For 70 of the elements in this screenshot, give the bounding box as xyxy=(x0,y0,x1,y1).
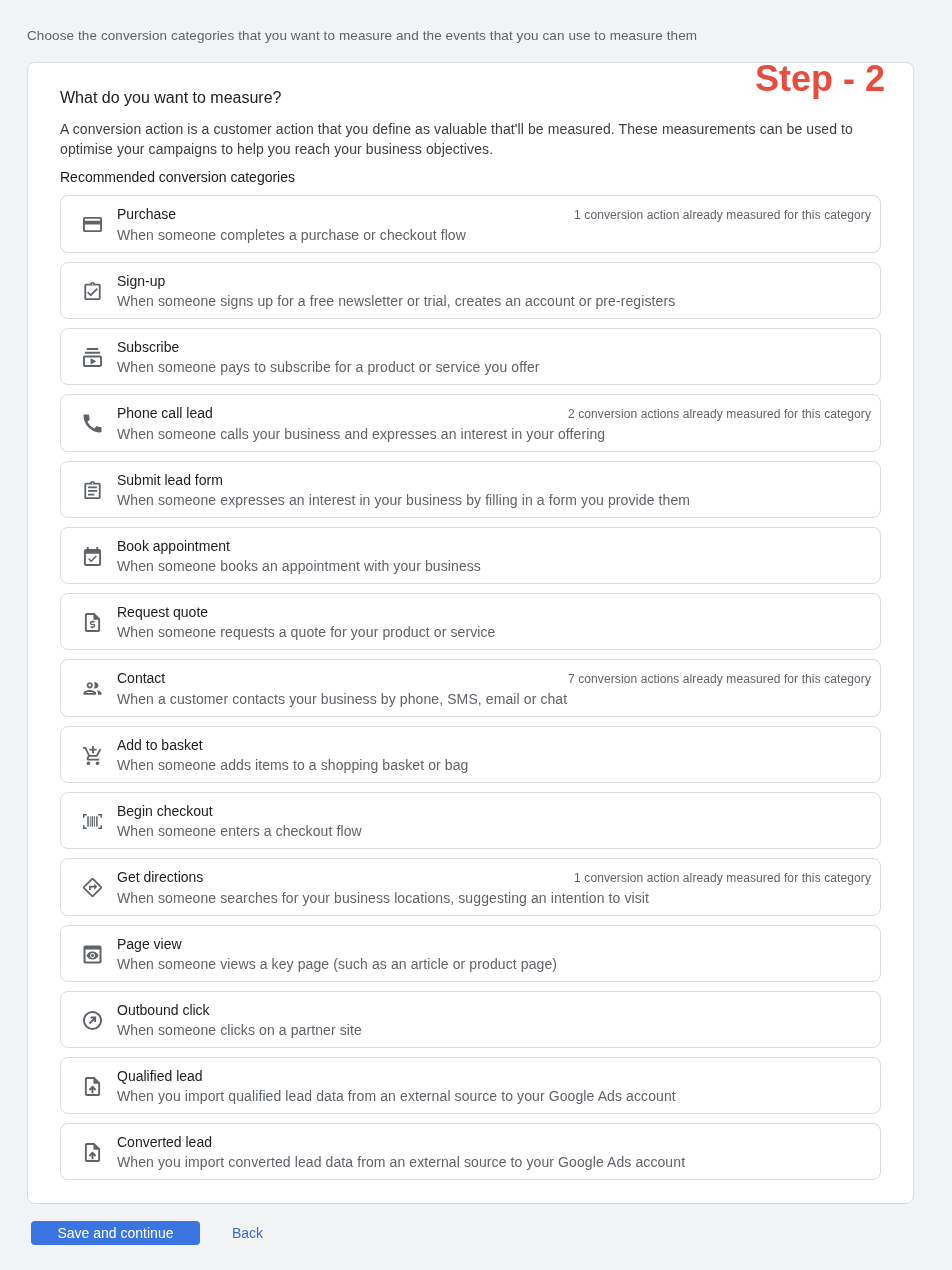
step-annotation: Step - 2 xyxy=(754,57,885,101)
category-option[interactable]: Outbound click When someone clicks on a partner site xyxy=(60,991,881,1048)
category-description: When someone expresses an interest in your business by filling in a form you provide them xyxy=(117,491,692,510)
back-link[interactable]: Back xyxy=(232,1221,264,1245)
category-description: When someone views a key page (such as an article or product page) xyxy=(117,955,559,974)
category-option[interactable]: Request quote When someone requests a quote for your product or service xyxy=(60,593,881,650)
category-option[interactable]: Submit lead form When someone expresses an interest in your business by filling in a form you provide them xyxy=(60,461,881,518)
dollar-document-icon xyxy=(83,612,102,632)
category-title: Submit lead form xyxy=(117,471,223,490)
category-description: When someone pays to subscribe for a product or service you offer xyxy=(117,358,541,377)
category-description: When someone clicks on a partner site xyxy=(117,1021,363,1040)
category-title: Begin checkout xyxy=(117,802,213,821)
category-title: Qualified lead xyxy=(117,1067,203,1086)
category-title: Add to basket xyxy=(117,736,203,755)
category-option[interactable]: Subscribe When someone pays to subscribe for a product or service you offer xyxy=(60,328,881,385)
category-description: When someone adds items to a shopping basket or bag xyxy=(117,756,470,775)
category-title: Phone call lead xyxy=(117,404,213,423)
people-icon xyxy=(83,679,102,698)
category-description: When you import qualified lead data from an external source to your Google Ads account xyxy=(117,1087,677,1106)
file-upload-icon xyxy=(83,1142,102,1162)
category-title: Request quote xyxy=(117,603,209,622)
intro-text: Choose the conversion categories that you want to measure and the events that you can use to measure them xyxy=(27,27,699,45)
category-title: Page view xyxy=(117,935,182,954)
category-title: Sign-up xyxy=(117,272,166,291)
save-button[interactable]: Save and continue xyxy=(31,1221,200,1245)
category-option[interactable]: Contact 7 conversion actions already measured for this category When a customer contacts your business by phone, SMS, email or chat xyxy=(60,659,881,717)
credit-card-icon xyxy=(83,215,102,234)
subscriptions-icon xyxy=(83,347,102,367)
barcode-icon xyxy=(83,811,102,831)
category-description: When someone requests a quote for your product or service xyxy=(117,623,497,642)
category-option[interactable]: Converted lead When you import converted lead data from an external source to your Google Ads account xyxy=(60,1123,881,1180)
category-description: When you import converted lead data from an external source to your Google Ads account xyxy=(117,1153,687,1172)
clipboard-check-icon xyxy=(83,281,102,301)
category-option[interactable]: Add to basket When someone adds items to a shopping basket or bag xyxy=(60,726,881,783)
file-upload-icon xyxy=(83,1076,102,1096)
category-title: Subscribe xyxy=(117,338,180,357)
category-title: Get directions xyxy=(117,868,204,887)
category-option[interactable]: Page view When someone views a key page (such as an article or product page) xyxy=(60,925,881,982)
category-description: When a customer contacts your business by phone, SMS, email or chat xyxy=(117,690,569,709)
section-heading: What do you want to measure? xyxy=(60,88,283,108)
description-text: A conversion action is a customer action that you define as valuable that'll be measured. These measurements can be used to optimise your campaigns to help you reach your business objectives. xyxy=(60,120,854,159)
window-eye-icon xyxy=(83,944,102,964)
category-option[interactable]: Get directions 1 conversion action already measured for this category When someone searches for your business locations, suggesting an intention to visit xyxy=(60,858,881,916)
measured-note: 2 conversion actions already measured for this category xyxy=(568,406,871,423)
category-title: Purchase xyxy=(117,205,177,224)
category-description: When someone signs up for a free newsletter or trial, creates an account or pre-registers xyxy=(117,292,677,311)
calendar-check-icon xyxy=(83,546,102,566)
category-title: Outbound click xyxy=(117,1001,210,1020)
measured-note: 7 conversion actions already measured for this category xyxy=(568,671,871,688)
category-option[interactable]: Qualified lead When you import qualified lead data from an external source to your Google Ads account xyxy=(60,1057,881,1114)
category-title: Book appointment xyxy=(117,537,230,556)
category-option[interactable]: Sign-up When someone signs up for a free newsletter or trial, creates an account or pre-registers xyxy=(60,262,881,319)
cart-plus-icon xyxy=(83,745,102,765)
category-description: When someone books an appointment with your business xyxy=(117,557,482,576)
clipboard-list-icon xyxy=(83,480,102,500)
phone-icon xyxy=(83,414,102,433)
category-description: When someone enters a checkout flow xyxy=(117,822,363,841)
category-option[interactable]: Purchase 1 conversion action already measured for this category When someone completes a purchase or checkout flow xyxy=(60,195,881,253)
category-option[interactable]: Phone call lead 2 conversion actions already measured for this category When someone calls your business and expresses an interest in your offering xyxy=(60,394,881,452)
directions-icon xyxy=(83,878,102,897)
measured-note: 1 conversion action already measured for this category xyxy=(574,207,871,224)
category-description: When someone completes a purchase or checkout flow xyxy=(117,226,467,245)
category-title: Contact xyxy=(117,669,166,688)
category-description: When someone calls your business and expresses an interest in your offering xyxy=(117,425,607,444)
category-title: Converted lead xyxy=(117,1133,212,1152)
category-option[interactable]: Book appointment When someone books an appointment with your business xyxy=(60,527,881,584)
list-heading: Recommended conversion categories xyxy=(60,168,296,187)
measured-note: 1 conversion action already measured for this category xyxy=(574,870,871,887)
category-description: When someone searches for your business locations, suggesting an intention to visit xyxy=(117,889,651,908)
category-option[interactable]: Begin checkout When someone enters a checkout flow xyxy=(60,792,881,849)
